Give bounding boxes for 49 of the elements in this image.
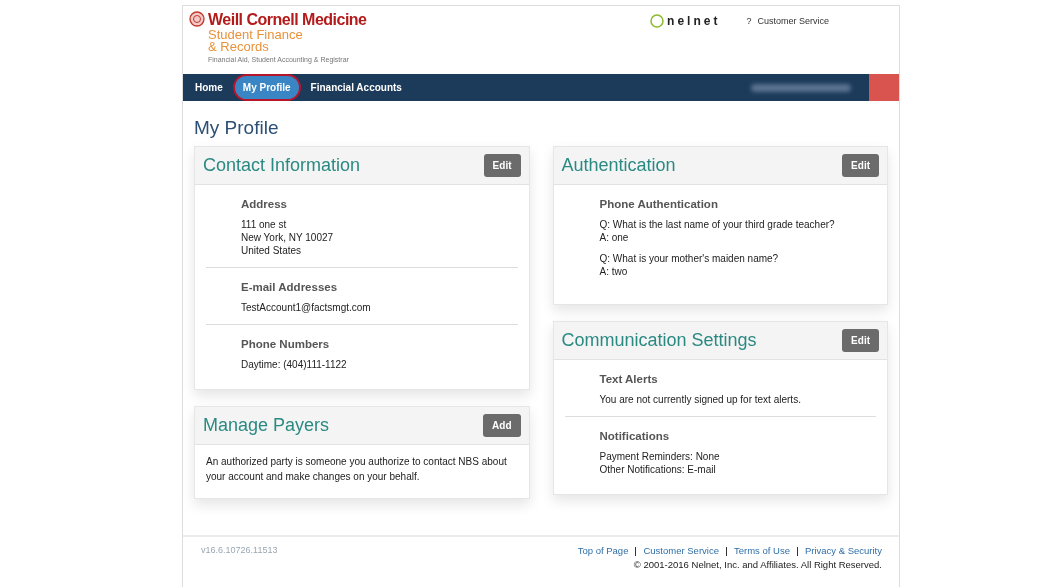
nav-tab[interactable]: My Profile [234,76,299,99]
detail-text: Daytime: (404)111-1122 [241,358,348,371]
card-title: Contact Information [203,155,361,176]
section-heading: Text Alerts [599,373,659,385]
action-button[interactable]: Edit [842,154,879,177]
detail-text: Q: What is your mother's maiden name? [599,252,780,265]
footer-link[interactable]: Top of Page [577,545,629,556]
card-title: Manage Payers [203,415,330,436]
brand-subtitle: Student Finance [208,29,304,41]
detail-text: New York, NY 10027 [241,231,335,244]
footer-link[interactable]: Customer Service [643,545,719,556]
partner-logo: nelnet [667,14,721,28]
brand-name: Weill Cornell Medicine [208,11,367,29]
ring-icon [650,14,665,28]
nav-tab[interactable]: Financial Accounts [302,76,410,99]
help-icon[interactable]: ? [746,16,752,26]
section-heading: Phone Numbers [241,338,331,350]
action-button[interactable]: Add [483,414,521,437]
nav-tab[interactable]: Home [187,76,231,99]
footer-link[interactable]: Privacy & Security [804,545,882,556]
detail-text: A: one [599,231,630,244]
footer-link[interactable]: Terms of Use [733,545,790,556]
detail-text: Other Notifications: E-mail [599,463,717,476]
seal-icon [189,11,205,27]
card-title: Communication Settings [561,330,757,351]
page-title: My Profile [194,117,280,139]
detail-text: TestAccount1@factsmgt.com [241,301,372,314]
help-link[interactable]: Customer Service [757,16,829,26]
accent-block [869,74,899,101]
card-title: Authentication [561,155,676,176]
detail-text: You are not currently signed up for text alerts. [599,393,802,406]
copyright-text: © 2001-2016 Nelnet, Inc. and Affiliates. All Right Reserved. [633,559,882,570]
section-heading: Phone Authentication [599,198,719,210]
detail-text: A: two [599,265,629,278]
section-heading: Notifications [599,430,671,442]
description-text: An authorized party is someone you authorize to contact NBS about your account and make changes on your behalf. [206,455,508,484]
link-separator [635,547,637,556]
brand-subtitle: & Records [208,41,270,53]
detail-text: United States [241,244,303,257]
link-separator [796,547,798,556]
detail-text: 111 one st [241,218,288,231]
section-heading: E-mail Addresses [241,281,339,293]
detail-text: Q: What is the last name of your third grade teacher? [599,218,836,231]
action-button[interactable]: Edit [842,329,879,352]
action-button[interactable]: Edit [483,154,521,177]
detail-text: Payment Reminders: None [599,450,721,463]
section-heading: Address [241,198,289,210]
link-separator [725,547,727,556]
version-text: v16.6.10726.11513 [201,545,278,557]
